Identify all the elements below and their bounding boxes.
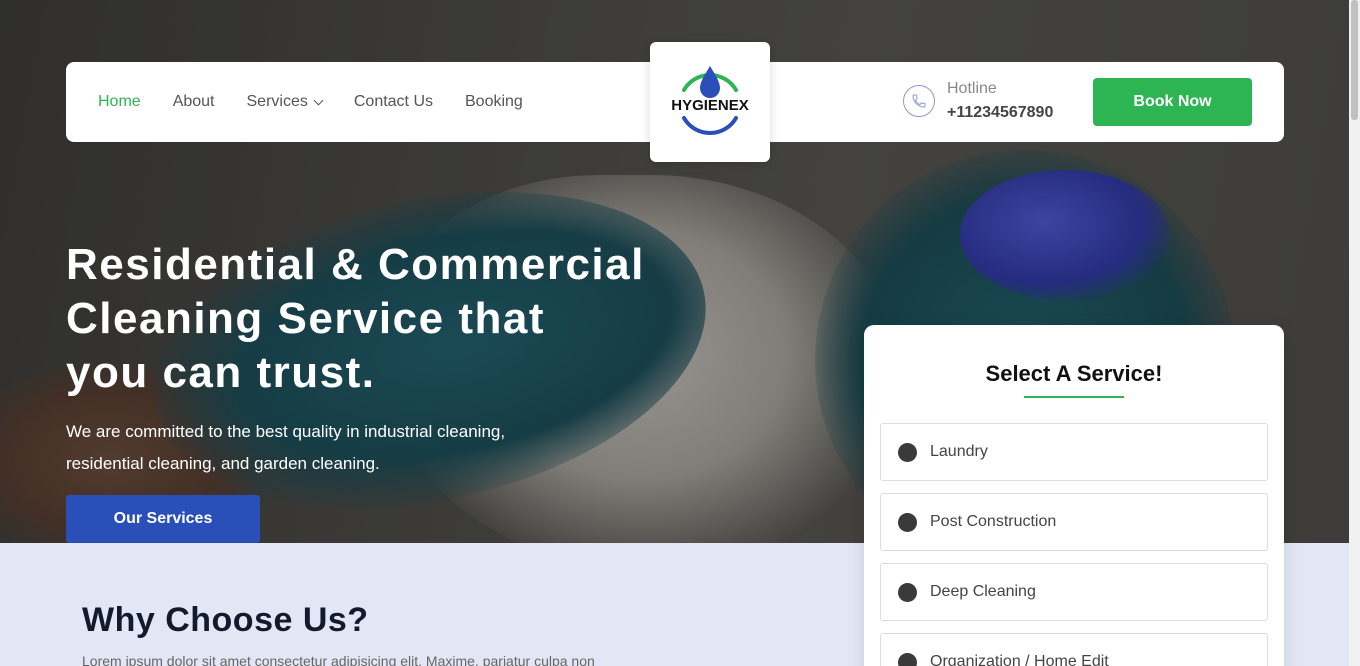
hero-title-line: you can trust. <box>66 348 376 397</box>
nav-about-label: About <box>172 93 215 110</box>
hero-title-line: Residential & Commercial <box>66 240 645 289</box>
service-option-label: Laundry <box>930 443 988 460</box>
title-underline <box>1024 396 1124 398</box>
chevron-down-icon <box>313 95 324 105</box>
radio-icon[interactable] <box>898 512 917 532</box>
hero-subtitle-line: residential cleaning, and garden cleanin… <box>66 454 380 473</box>
service-card-title: Select A Service! <box>985 361 1163 386</box>
service-option-label: Deep Cleaning <box>930 583 1036 600</box>
nav-booking-label: Booking <box>465 93 523 110</box>
hero-subtitle: We are committed to the best quality in … <box>66 416 586 480</box>
hotline-text: Hotline +11234567890 <box>947 80 1053 122</box>
hero-title-line: Cleaning Service that <box>66 294 545 343</box>
radio-icon[interactable] <box>898 442 917 462</box>
nav-contact-label: Contact Us <box>353 93 433 110</box>
hotline[interactable]: Hotline +11234567890 <box>903 80 1053 122</box>
nav-home-label: Home <box>98 93 141 110</box>
radio-icon[interactable] <box>898 652 917 666</box>
phone-icon <box>903 85 935 117</box>
logo-text: HYGIENEX <box>671 97 749 114</box>
service-select-card: Select A Service! Laundry Post Construct… <box>864 325 1284 666</box>
nav-links: Home About Services Contact Us Booking <box>98 93 555 111</box>
page-scrollbar[interactable] <box>1349 0 1360 666</box>
nav-booking[interactable]: Booking <box>465 93 523 111</box>
logo-icon: HYGIENEX <box>671 66 749 136</box>
service-option-deep-cleaning[interactable]: Deep Cleaning <box>880 563 1268 621</box>
nav-services[interactable]: Services <box>246 93 324 111</box>
nav-services-label: Services <box>246 93 308 110</box>
service-option-label: Post Construction <box>930 513 1057 530</box>
hero-title: Residential & Commercial Cleaning Servic… <box>66 238 706 400</box>
hotline-label: Hotline <box>947 80 997 97</box>
scrollbar-thumb[interactable] <box>1351 0 1358 120</box>
nav-home[interactable]: Home <box>98 93 141 111</box>
service-option-post-construction[interactable]: Post Construction <box>880 493 1268 551</box>
service-option-label: Organization / Home Edit <box>930 653 1109 666</box>
book-now-button[interactable]: Book Now <box>1093 78 1252 126</box>
why-choose-text: Lorem ipsum dolor sit amet consectetur a… <box>82 653 595 666</box>
service-option-laundry[interactable]: Laundry <box>880 423 1268 481</box>
nav-about[interactable]: About <box>173 93 215 111</box>
our-services-button[interactable]: Our Services <box>66 495 260 543</box>
hero-subtitle-line: We are committed to the best quality in … <box>66 422 506 441</box>
why-choose-title: Why Choose Us? <box>82 601 369 639</box>
service-option-organization[interactable]: Organization / Home Edit <box>880 633 1268 666</box>
radio-icon[interactable] <box>898 582 917 602</box>
hotline-number[interactable]: +11234567890 <box>947 104 1053 122</box>
nav-contact[interactable]: Contact Us <box>354 93 433 111</box>
logo[interactable]: HYGIENEX <box>650 42 770 162</box>
